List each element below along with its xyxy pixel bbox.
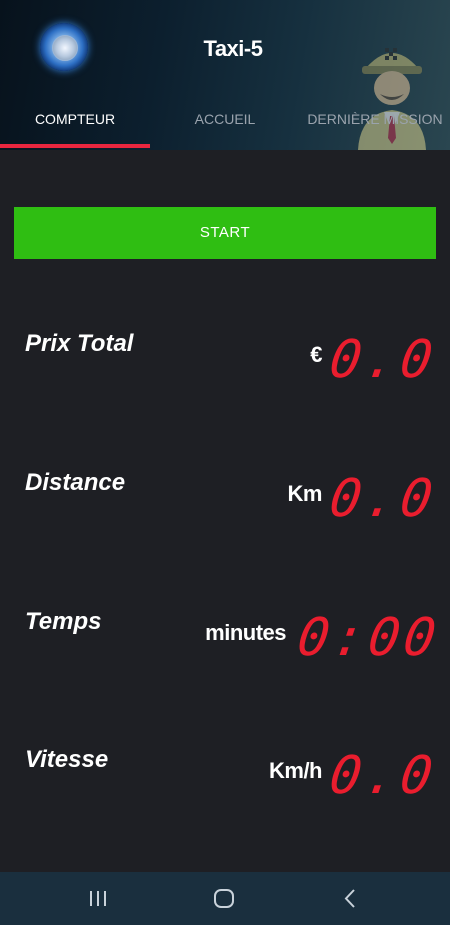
recents-button[interactable] bbox=[68, 872, 128, 925]
tab-bar: COMPTEUR ACCUEIL DERNIÈRE MISSION bbox=[0, 96, 450, 150]
distance-unit: Km bbox=[287, 481, 323, 506]
speed-label: Vitesse bbox=[25, 746, 109, 773]
taxi-meter-screen: Taxi-5 COMPTEUR ACCUEIL DERNIÈRE MISSION bbox=[0, 0, 450, 925]
speed-unit: Km/h bbox=[269, 758, 323, 783]
home-icon bbox=[214, 889, 234, 908]
price-label: Prix Total bbox=[25, 330, 134, 357]
back-icon bbox=[344, 889, 355, 908]
time-display: 0:00 bbox=[293, 608, 444, 668]
home-button[interactable] bbox=[194, 872, 254, 925]
recents-icon bbox=[90, 891, 106, 906]
tab-accueil[interactable]: ACCUEIL bbox=[150, 96, 300, 142]
price-display: 0.0 bbox=[325, 330, 441, 390]
time-unit: minutes bbox=[205, 620, 286, 645]
distance-display: 0.0 bbox=[325, 469, 441, 529]
system-navigation-bar bbox=[0, 872, 450, 925]
distance-label: Distance bbox=[25, 469, 126, 496]
active-tab-indicator bbox=[0, 144, 150, 148]
app-header: Taxi-5 COMPTEUR ACCUEIL DERNIÈRE MISSION bbox=[0, 0, 450, 150]
speed-display: 0.0 bbox=[325, 746, 441, 806]
tab-compteur[interactable]: COMPTEUR bbox=[0, 96, 150, 142]
back-button[interactable] bbox=[320, 872, 380, 925]
tab-derniere-mission[interactable]: DERNIÈRE MISSION bbox=[300, 96, 450, 142]
time-label: Temps bbox=[25, 608, 102, 635]
price-unit: € bbox=[310, 342, 322, 367]
start-button[interactable]: START bbox=[14, 207, 436, 259]
